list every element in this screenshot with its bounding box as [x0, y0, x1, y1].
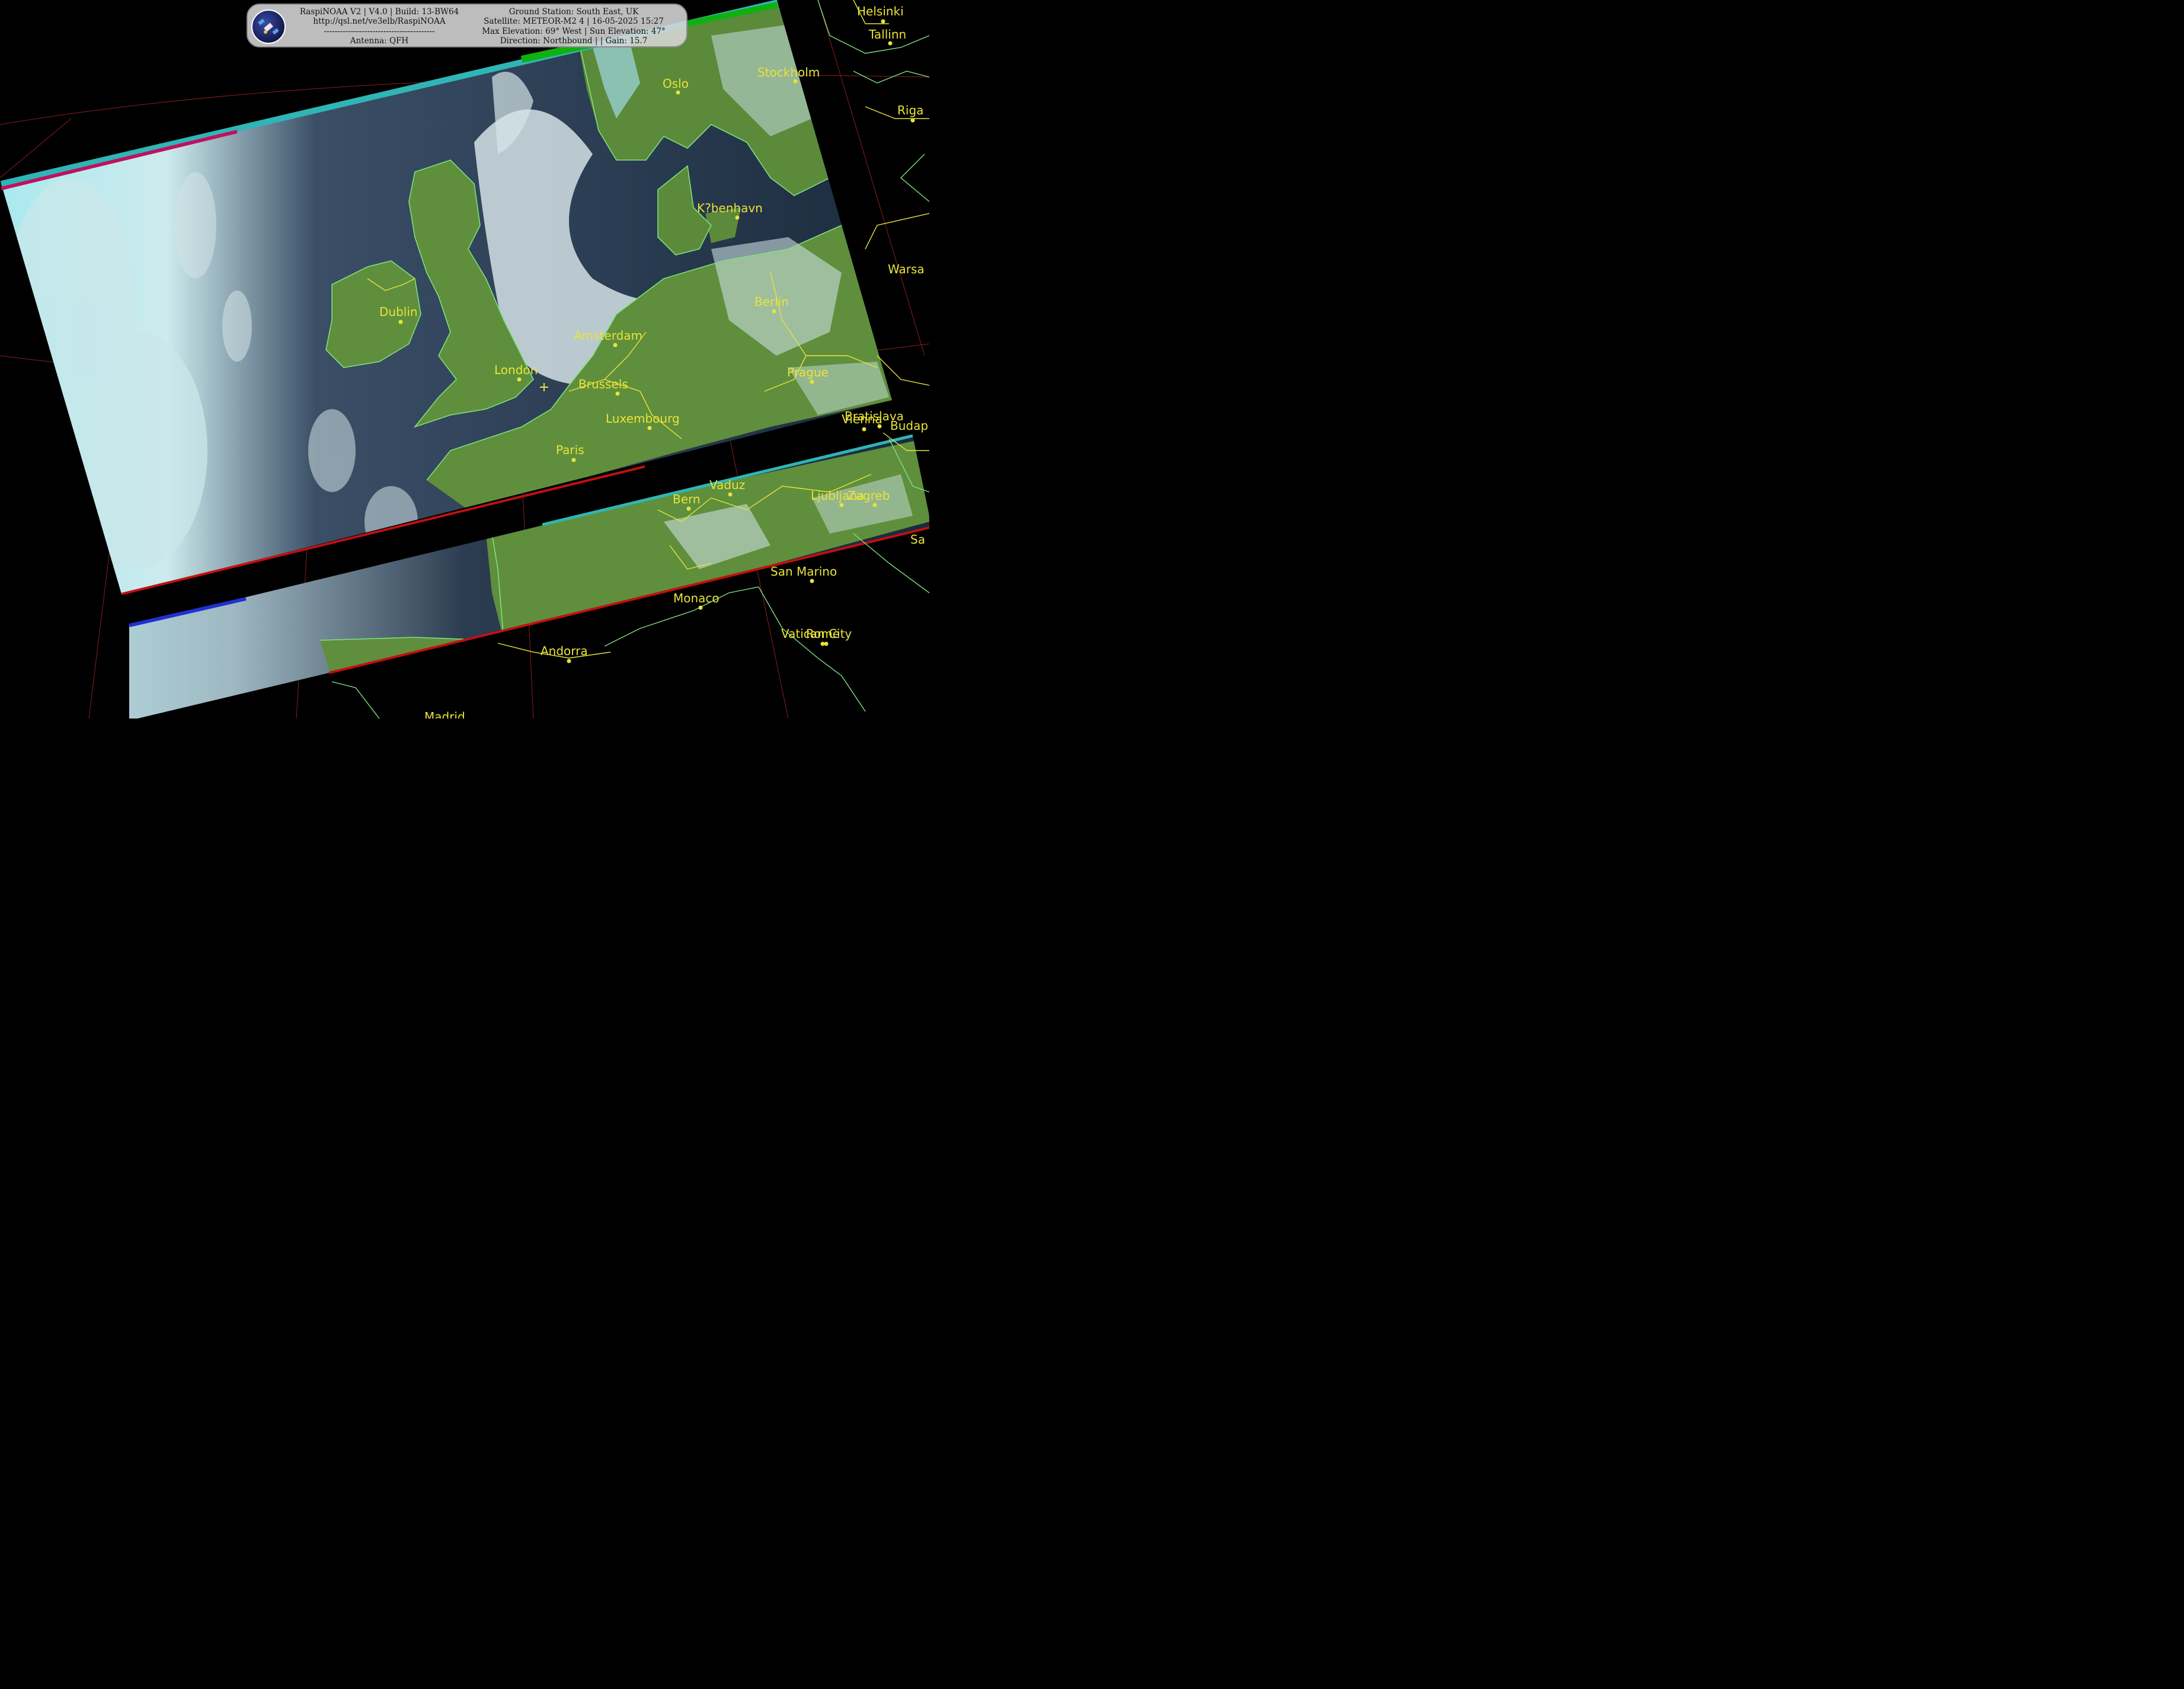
city-dot [824, 641, 829, 646]
city-dot [888, 41, 893, 46]
city-dot [735, 215, 740, 220]
city-dot [772, 309, 776, 314]
city-label: Warsa [888, 262, 925, 276]
city-dot [676, 90, 680, 95]
city-label: Paris [556, 443, 584, 457]
header-left-line: ----------------------------------------… [324, 26, 435, 36]
map-canvas[interactable]: Helsinki Tallinn Stockholm Oslo Riga K?benhav… [0, 0, 929, 719]
city-dot [910, 118, 915, 123]
city-label: San Marino [770, 564, 837, 579]
city-dot [571, 458, 576, 462]
city-label: Vienna [842, 412, 882, 426]
city-label: Prague [787, 365, 829, 379]
city-dot [820, 641, 825, 646]
city-label: Luxembourg [606, 411, 680, 426]
city-dot [517, 377, 522, 382]
city-dot [728, 492, 733, 497]
pass-info-header: RaspiNOAA V2 | V4.0 | Build: 13-BW64 htt… [247, 4, 688, 47]
city-label: Stockholm [757, 65, 820, 79]
city-label: Tallinn [868, 27, 906, 41]
city-label: Vaduz [709, 478, 745, 492]
city-label: Helsinki [857, 4, 904, 18]
city-label: K?benhavn [697, 201, 763, 215]
header-right-line: Max Elevation: 69° West | Sun Elevation:… [482, 26, 666, 36]
city-label: Bern [673, 492, 701, 506]
satellite-icon [251, 9, 286, 44]
header-left-line: http://qsl.net/ve3elb/RaspiNOAA [313, 17, 446, 27]
header-right-line: Ground Station: South East, UK [509, 7, 639, 17]
city-dot [615, 391, 620, 396]
city-label: Dublin [379, 305, 418, 319]
city-label: Amsterdam [574, 328, 642, 343]
city-dot [793, 79, 798, 84]
city-label: Budap [890, 419, 928, 433]
city-dot [810, 379, 814, 384]
city-dot [647, 426, 652, 430]
header-left-line: RaspiNOAA V2 | V4.0 | Build: 13-BW64 [299, 7, 459, 17]
city-dot [698, 605, 703, 610]
city-dot [613, 343, 618, 347]
city-dot [839, 503, 844, 507]
city-dot [862, 427, 866, 432]
city-label: London [494, 363, 538, 377]
city-label: Madrid [424, 710, 465, 719]
city-dot [810, 579, 814, 583]
header-right-line: Satellite: METEOR-M2 4 | 16-05-2025 15:2… [484, 17, 664, 27]
city-dot [686, 506, 691, 511]
city-label: Berlin [754, 295, 789, 309]
city-label: Brussels [578, 377, 628, 391]
pass-details: Ground Station: South East, UK Satellite… [461, 7, 686, 46]
city-label: Andorra [541, 644, 588, 658]
header-right-line: Direction: Northbound | | Gain: 15.7 [500, 36, 648, 46]
city-label: Oslo [663, 76, 689, 91]
city-dot [881, 19, 885, 24]
city-dot [567, 659, 571, 663]
city-label: Sa [910, 532, 925, 547]
city-label: Zagreb [848, 488, 890, 503]
header-left-line: Antenna: QFH [350, 36, 409, 46]
city-label: Rome [806, 627, 840, 641]
satellite-map[interactable]: Helsinki Tallinn Stockholm Oslo Riga K?benhav… [0, 0, 929, 719]
city-label: Monaco [673, 591, 720, 605]
city-label: Riga [897, 103, 923, 117]
city-dot [398, 320, 403, 324]
build-info: RaspiNOAA V2 | V4.0 | Build: 13-BW64 htt… [282, 7, 477, 46]
city-dot [872, 503, 877, 507]
